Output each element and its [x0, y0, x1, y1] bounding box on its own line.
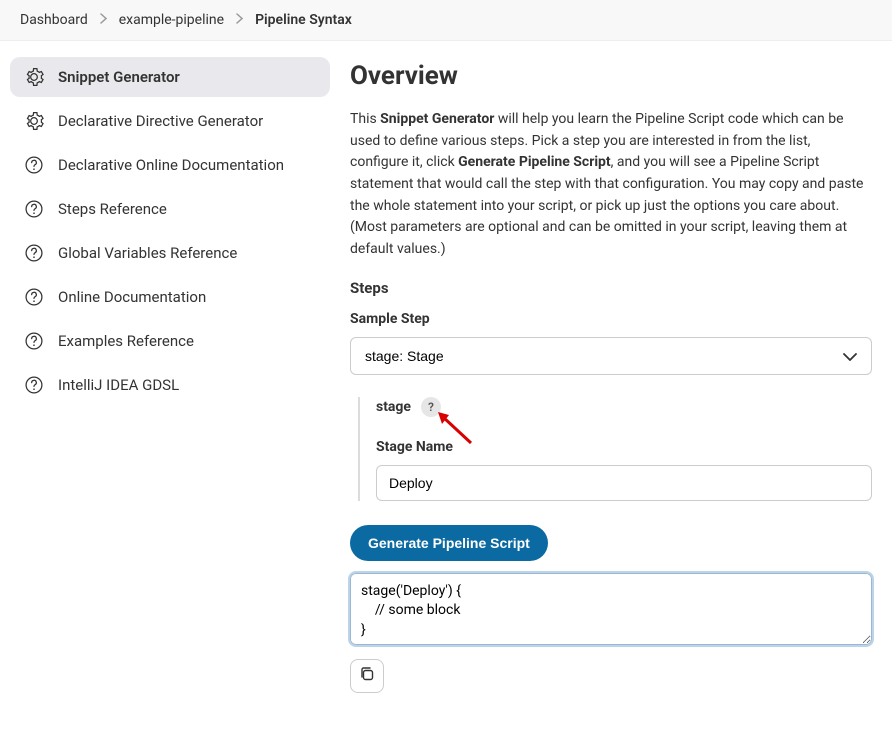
- sidebar-item-label: Steps Reference: [58, 200, 167, 218]
- help-icon: [24, 331, 44, 351]
- sidebar-item-label: Examples Reference: [58, 332, 194, 350]
- sidebar-item-global-variables-reference[interactable]: Global Variables Reference: [10, 233, 330, 273]
- pipeline-script-output[interactable]: [350, 573, 872, 645]
- copy-icon: [359, 666, 375, 685]
- sidebar-item-label: Declarative Directive Generator: [58, 112, 263, 130]
- sample-step-select[interactable]: stage: Stage: [350, 337, 872, 375]
- steps-heading: Steps: [350, 279, 872, 297]
- sidebar-item-label: Online Documentation: [58, 288, 206, 306]
- sidebar-item-online-documentation[interactable]: Online Documentation: [10, 277, 330, 317]
- help-icon: [24, 287, 44, 307]
- sidebar: Snippet Generator Declarative Directive G…: [10, 57, 330, 713]
- overview-text: This Snippet Generator will help you lea…: [350, 109, 872, 261]
- chevron-right-icon: [236, 12, 243, 28]
- sidebar-item-label: Snippet Generator: [58, 68, 180, 86]
- gear-icon: [24, 111, 44, 131]
- sidebar-item-snippet-generator[interactable]: Snippet Generator: [10, 57, 330, 97]
- sidebar-item-label: IntelliJ IDEA GDSL: [58, 376, 179, 394]
- chevron-right-icon: [100, 12, 107, 28]
- sidebar-item-label: Global Variables Reference: [58, 244, 237, 262]
- chevron-down-icon: [843, 348, 857, 364]
- help-icon: [24, 199, 44, 219]
- stage-name-label: Stage Name: [376, 439, 872, 455]
- sidebar-item-declarative-online-documentation[interactable]: Declarative Online Documentation: [10, 145, 330, 185]
- sidebar-item-intellij-idea-gdsl[interactable]: IntelliJ IDEA GDSL: [10, 365, 330, 405]
- sample-step-label: Sample Step: [350, 311, 872, 327]
- main-content: Overview This Snippet Generator will hel…: [350, 57, 882, 713]
- help-icon: [24, 243, 44, 263]
- sidebar-item-declarative-directive-generator[interactable]: Declarative Directive Generator: [10, 101, 330, 141]
- step-config-panel: stage ? Stage Name: [358, 397, 872, 501]
- page-title: Overview: [350, 61, 872, 91]
- help-icon: [24, 375, 44, 395]
- breadcrumb: Dashboard example-pipeline Pipeline Synt…: [0, 0, 892, 41]
- stage-name-input[interactable]: [376, 465, 872, 501]
- sidebar-item-steps-reference[interactable]: Steps Reference: [10, 189, 330, 229]
- breadcrumb-item-current[interactable]: Pipeline Syntax: [255, 12, 352, 28]
- copy-button[interactable]: [350, 659, 384, 693]
- sidebar-item-label: Declarative Online Documentation: [58, 156, 284, 174]
- sidebar-item-examples-reference[interactable]: Examples Reference: [10, 321, 330, 361]
- step-title: stage: [376, 399, 411, 415]
- breadcrumb-item-dashboard[interactable]: Dashboard: [20, 12, 88, 28]
- sample-step-selected-value: stage: Stage: [365, 348, 444, 364]
- gear-icon: [24, 67, 44, 87]
- help-button[interactable]: ?: [421, 397, 441, 417]
- generate-pipeline-script-button[interactable]: Generate Pipeline Script: [350, 525, 548, 561]
- help-icon: [24, 155, 44, 175]
- breadcrumb-item-pipeline[interactable]: example-pipeline: [119, 12, 224, 28]
